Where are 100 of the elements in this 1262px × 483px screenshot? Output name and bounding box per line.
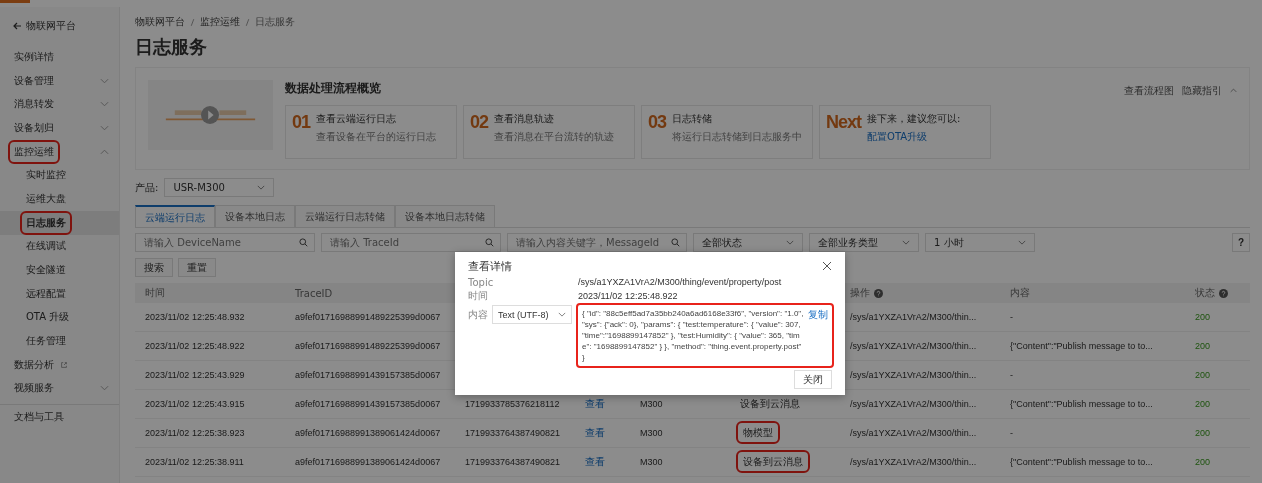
sidebar-item[interactable]: 任务管理 [0,329,119,353]
chevron-icon [257,185,266,190]
table-cell: 1719933764387490821 [465,428,561,438]
tab[interactable]: 云端运行日志转储 [295,205,395,227]
product-select[interactable]: USR-M300 [164,178,275,197]
sidebar-item-label: 实例详情 [13,49,55,64]
encoding-select[interactable]: Text (UTF-8) [492,305,572,324]
step-title: 日志转储 [672,112,714,126]
view-link[interactable]: 查看 [585,427,605,438]
help-button[interactable]: ? [1232,233,1250,252]
sidebar-item-label: 视频服务 [13,381,55,396]
external-link-icon [60,360,68,369]
sidebar-item-label: 安全隧道 [25,263,67,278]
sidebar-item[interactable]: OTA 升级 [0,305,119,330]
sidebar-item[interactable]: 数据分析 [0,352,119,377]
table-cell: 2023/11/02 12:25:43.929 [145,370,245,380]
table-cell: {"Content":"Publish message to to... [1010,341,1153,351]
table-cell: 2023/11/02 12:25:38.911 [145,457,244,467]
sidebar-item[interactable]: 远程配置 [0,281,119,306]
tab[interactable]: 设备本地日志 [215,205,295,227]
field-label: 时间 [468,289,489,303]
back-arrow-icon [12,21,22,31]
guide-link[interactable]: 查看流程图 [1124,84,1174,98]
tab[interactable]: 云端运行日志 [135,205,215,227]
table-cell: /sys/a1YXZA1VrA2/M300/thin... [850,399,977,409]
search-field[interactable]: 请输入内容关键字，MessageId [507,233,687,252]
back-link[interactable]: 物联网平台 [0,15,119,37]
sidebar-item[interactable]: 视频服务 [0,376,119,401]
breadcrumb-separator [190,17,195,27]
step-number: 01 [292,112,311,134]
table-cell: a9fef01716988991439157385d0067 [295,399,441,409]
brand-mark [0,0,30,3]
field-label: Topic [468,276,495,288]
view-link[interactable]: 查看 [585,456,605,467]
table-cell: 2023/11/02 12:25:48.932 [145,312,245,322]
table-cell: a9fef01716988991489225399d0067 [295,312,441,322]
table-cell: - [1010,312,1013,322]
table-cell: a9fef01716988991489225399d0067 [295,341,441,351]
sidebar-item[interactable]: 设备划归 [0,116,119,140]
filter-button[interactable]: 搜索 [135,258,173,277]
table-cell: M300 [640,428,663,438]
breadcrumb-item[interactable]: 监控运维 [200,15,240,29]
sidebar-item-label: 运维大盘 [25,191,67,206]
sidebar-item-label: 设备管理 [13,73,55,88]
sidebar-item[interactable]: 实例详情 [0,45,119,69]
breadcrumb-item: 日志服务 [255,15,295,29]
sidebar-item[interactable]: 监控运维 [0,139,119,164]
search-icon [485,238,494,247]
table-cell: M300 [640,457,663,467]
sidebar-item-label: 任务管理 [25,334,67,349]
chevron-icon [558,312,566,317]
sidebar-item-label: 远程配置 [25,286,67,301]
sidebar-item-label: 设备划归 [13,120,55,135]
column-header: TraceID [295,287,333,299]
table-cell: a9fef01716988991439157385d0067 [295,370,441,380]
sidebar-item[interactable]: 安全隧道 [0,258,119,282]
close-button[interactable]: 关闭 [794,370,832,389]
sidebar-item-label: 数据分析 [13,357,55,372]
step-title: 接下来，建议您可以: [867,112,961,126]
filter-select[interactable]: 1 小时 [925,233,1035,252]
sidebar-item[interactable]: 文档与工具 [0,404,119,429]
tab[interactable]: 设备本地日志转储 [395,205,495,227]
sidebar-item-label: 在线调试 [25,239,67,254]
filter-select[interactable]: 全部业务类型 [809,233,919,252]
table-cell: {"Content":"Publish message to to... [1010,457,1153,467]
table-cell: /sys/a1YXZA1VrA2/M300/thin... [850,341,977,351]
table-cell: 2023/11/02 12:25:48.922 [145,341,245,351]
breadcrumb-separator [245,17,250,27]
breadcrumb-item[interactable]: 物联网平台 [135,15,185,29]
table-cell: M300 [640,399,663,409]
step-title: 查看云端运行日志 [316,112,398,126]
sidebar-item-label: OTA 升级 [25,310,71,325]
field-label: 内容 [468,307,488,322]
filter-select[interactable]: 全部状态 [693,233,803,252]
sidebar-item[interactable]: 消息转发 [0,92,119,117]
sidebar-item[interactable]: 设备管理 [0,68,119,93]
close-icon[interactable] [822,261,832,271]
sidebar-item[interactable]: 实时监控 [0,163,119,188]
dialog-title: 查看详情 [468,258,512,274]
step-title: 查看消息轨迹 [494,112,556,126]
search-field[interactable]: 请输入 DeviceName [135,233,315,252]
guide-link[interactable]: 隐藏指引 [1182,84,1222,98]
overview-title: 数据处理流程概览 [285,80,382,97]
copy-link[interactable]: 复制 [808,308,828,363]
search-icon [299,238,308,247]
column-header: 状态 [1195,286,1215,300]
column-header: 操作 [850,286,870,300]
filter-button[interactable]: 重置 [178,258,216,277]
search-field[interactable]: 请输入 TraceId [321,233,501,252]
table-cell: /sys/a1YXZA1VrA2/M300/thin... [850,457,977,467]
table-cell: /sys/a1YXZA1VrA2/M300/thin... [850,428,977,438]
sidebar-item[interactable]: 日志服务 [0,210,119,235]
view-link[interactable]: 查看 [585,398,605,409]
table-cell: a9fef01716988991389061424d0067 [295,457,441,467]
table-cell: 1719933785376218112 [465,399,560,409]
payload-text: { "id": "88c5eff5ad7a35bb240a6ad6168e33f6", "version": "1.0", "sys": {"ack": 0}, "params": { "test:temperature": { "value": 307, "time":"1698899147852" }, "test:Humidity": { "value": 365, "time": "1698899147852" } }, "method": "thing.event.property.post" } [582,308,804,363]
status-code: 200 [1195,457,1211,467]
sidebar-item-label: 文档与工具 [13,410,65,425]
sidebar-item[interactable]: 运维大盘 [0,187,119,211]
step-link[interactable]: 配置OTA升级 [867,130,961,144]
